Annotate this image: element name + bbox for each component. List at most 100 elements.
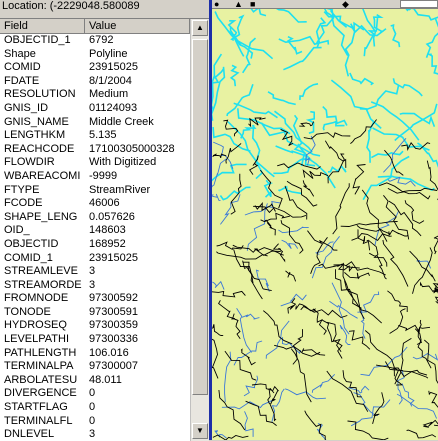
table-row[interactable]: TERMINALPA97300007 bbox=[0, 360, 190, 374]
table-row[interactable]: REACHCODE 17100305000328 bbox=[0, 143, 190, 157]
table-row[interactable]: FLOWDIRWith Digitized bbox=[0, 156, 190, 170]
location-label: Location: bbox=[2, 0, 47, 12]
field-name-cell: STARTFLAG bbox=[4, 401, 84, 415]
field-value-cell: 46006 bbox=[89, 197, 189, 211]
table-row[interactable]: GNIS_NAMEMiddle Creek bbox=[0, 116, 190, 130]
table-row[interactable]: GNIS_ID 01124093 bbox=[0, 102, 190, 116]
zoom-input[interactable] bbox=[400, 0, 438, 8]
table-row[interactable]: DIVERGENCE 0 bbox=[0, 387, 190, 401]
table-row[interactable]: TONODE 97300591 bbox=[0, 306, 190, 320]
field-value-cell: 0.057626 bbox=[89, 211, 189, 225]
field-value-cell: 6792 bbox=[89, 34, 189, 48]
field-value-cell: 3 bbox=[89, 428, 189, 441]
table-row[interactable]: SHAPE_LENG 0.057626 bbox=[0, 211, 190, 225]
field-value-cell: With Digitized bbox=[89, 156, 189, 170]
field-value-cell: 97300007 bbox=[89, 360, 189, 374]
field-value-cell: 3 bbox=[89, 279, 189, 293]
identify-icon[interactable]: ● bbox=[214, 0, 219, 8]
field-name-cell: STREAMLEVE bbox=[4, 265, 84, 279]
column-header-field[interactable]: Field bbox=[0, 19, 85, 33]
field-name-cell: TONODE bbox=[4, 306, 84, 320]
scrollbar-thumb[interactable] bbox=[192, 39, 208, 395]
table-row[interactable]: FDATE8/1/2004 bbox=[0, 75, 190, 89]
field-value-cell: Medium bbox=[89, 88, 189, 102]
field-name-cell: RESOLUTION bbox=[4, 88, 84, 102]
field-name-cell: ARBOLATESU bbox=[4, 374, 84, 388]
table-row[interactable]: ShapePolyline bbox=[0, 48, 190, 62]
field-value-cell: 168952 bbox=[89, 238, 189, 252]
field-name-cell: OBJECTID bbox=[4, 238, 84, 252]
table-row[interactable]: FROMNODE 97300592 bbox=[0, 292, 190, 306]
field-value-cell: 23915025 bbox=[89, 61, 189, 75]
vertical-scrollbar[interactable]: ▲ ▼ bbox=[190, 19, 209, 441]
table-row[interactable]: OID_ 148603 bbox=[0, 224, 190, 238]
table-row[interactable]: OBJECTID 168952 bbox=[0, 238, 190, 252]
column-header-value[interactable]: Value bbox=[85, 19, 190, 33]
field-value-cell: 23915025 bbox=[89, 252, 189, 266]
table-row[interactable]: COMID 23915025 bbox=[0, 61, 190, 75]
attribute-table: Field Value OBJECTID_16792ShapePolylineC… bbox=[0, 18, 209, 441]
scroll-up-arrow-icon[interactable]: ▲ bbox=[192, 20, 208, 36]
table-row[interactable]: ARBOLATESU 48.011 bbox=[0, 374, 190, 388]
field-value-cell: 0 bbox=[89, 415, 189, 429]
field-name-cell: HYDROSEQ bbox=[4, 319, 84, 333]
field-name-cell: FCODE bbox=[4, 197, 84, 211]
table-header: Field Value bbox=[0, 19, 190, 34]
field-value-cell: 106.016 bbox=[89, 347, 189, 361]
field-name-cell: STREAMORDE bbox=[4, 279, 84, 293]
field-value-cell: 17100305000328 bbox=[89, 143, 189, 157]
field-name-cell: COMID bbox=[4, 61, 84, 75]
table-row[interactable]: FCODE 46006 bbox=[0, 197, 190, 211]
table-row[interactable]: LENGTHKM 5.135 bbox=[0, 129, 190, 143]
field-name-cell: COMID_1 bbox=[4, 252, 84, 266]
field-value-cell: 148603 bbox=[89, 224, 189, 238]
table-row[interactable]: DNLEVEL3 bbox=[0, 428, 190, 441]
table-row[interactable]: STREAMLEVE 3 bbox=[0, 265, 190, 279]
field-name-cell: LENGTHKM bbox=[4, 129, 84, 143]
table-row[interactable]: PATHLENGTH 106.016 bbox=[0, 347, 190, 361]
field-name-cell: FROMNODE bbox=[4, 292, 84, 306]
table-row[interactable]: OBJECTID_16792 bbox=[0, 34, 190, 48]
field-value-cell: 3 bbox=[89, 265, 189, 279]
field-value-cell: 48.011 bbox=[89, 374, 189, 388]
field-name-cell: GNIS_ID bbox=[4, 102, 84, 116]
table-row[interactable]: FTYPEStreamRiver bbox=[0, 184, 190, 198]
field-value-cell: 0 bbox=[89, 401, 189, 415]
field-value-cell: -9999 bbox=[89, 170, 189, 184]
table-row[interactable]: TERMINALFL0 bbox=[0, 415, 190, 429]
table-row[interactable]: HYDROSEQ 97300359 bbox=[0, 319, 190, 333]
field-value-cell: Polyline bbox=[89, 48, 189, 62]
table-row[interactable]: LEVELPATHI 97300336 bbox=[0, 333, 190, 347]
zoom-to-icon[interactable]: ◆ bbox=[342, 0, 349, 8]
field-name-cell: FTYPE bbox=[4, 184, 84, 198]
field-value-cell: 97300336 bbox=[89, 333, 189, 347]
scroll-down-arrow-icon[interactable]: ▼ bbox=[192, 423, 208, 439]
table-row[interactable]: WBAREACOMI-9999 bbox=[0, 170, 190, 184]
map-view[interactable] bbox=[212, 0, 438, 440]
binoculars-icon[interactable]: ▲ bbox=[234, 0, 243, 8]
location-readout: Location: (-2229048.580089 bbox=[0, 0, 209, 13]
table-row[interactable]: COMID_1 23915025 bbox=[0, 252, 190, 266]
field-name-cell: REACHCODE bbox=[4, 143, 84, 157]
table-row[interactable]: RESOLUTION Medium bbox=[0, 88, 190, 102]
stream-network-map[interactable] bbox=[212, 0, 438, 440]
field-name-cell: FDATE bbox=[4, 75, 84, 89]
field-value-cell: 5.135 bbox=[89, 129, 189, 143]
field-value-cell: 97300591 bbox=[89, 306, 189, 320]
field-name-cell: GNIS_NAME bbox=[4, 116, 84, 130]
field-name-cell: OID_ bbox=[4, 224, 84, 238]
table-row[interactable]: STREAMORDE 3 bbox=[0, 279, 190, 293]
field-value-cell: 97300592 bbox=[89, 292, 189, 306]
map-toolbar: ● ▲ ■ ◆ bbox=[212, 0, 438, 9]
field-name-cell: LEVELPATHI bbox=[4, 333, 84, 347]
field-value-cell: 97300359 bbox=[89, 319, 189, 333]
table-row[interactable]: STARTFLAG 0 bbox=[0, 401, 190, 415]
field-name-cell: DIVERGENCE bbox=[4, 387, 84, 401]
field-name-cell: SHAPE_LENG bbox=[4, 211, 84, 225]
hyperlink-icon[interactable]: ■ bbox=[250, 0, 255, 8]
field-name-cell: PATHLENGTH bbox=[4, 347, 84, 361]
field-value-cell: 01124093 bbox=[89, 102, 189, 116]
field-value-cell: 0 bbox=[89, 387, 189, 401]
table-body: OBJECTID_16792ShapePolylineCOMID 23915025… bbox=[0, 34, 190, 441]
location-value: (-2229048.580089 bbox=[50, 0, 140, 12]
